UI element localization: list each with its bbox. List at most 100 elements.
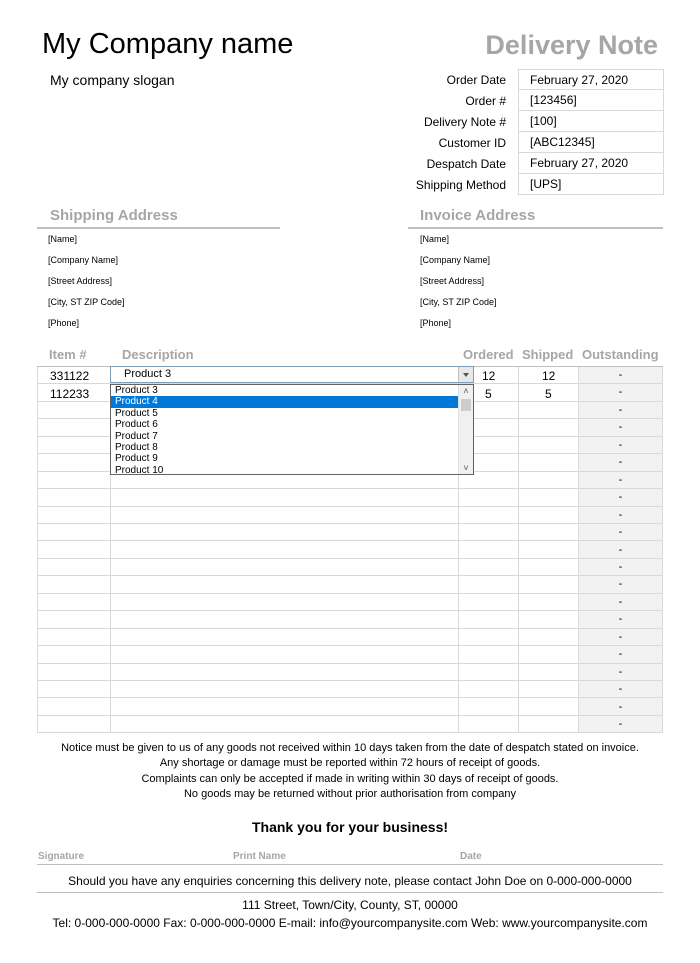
table-row xyxy=(37,576,663,594)
info-label: Despatch Date xyxy=(426,156,506,171)
outstanding-cell: - xyxy=(618,456,623,469)
dropdown-option[interactable]: Product 7 xyxy=(111,431,459,442)
notice-text: Notice must be given to us of any goods … xyxy=(0,741,700,802)
table-row xyxy=(37,699,663,716)
col-header-ordered: Ordered xyxy=(463,347,514,362)
info-value-cell[interactable]: February 27, 2020 xyxy=(518,153,664,174)
info-row-shipping-method: Shipping Method [UPS] xyxy=(400,174,664,195)
dropdown-option[interactable]: Product 9 xyxy=(111,453,459,464)
outstanding-cell: - xyxy=(618,578,623,591)
footer-contact: Tel: 0-000-000-0000 Fax: 0-000-000-0000 … xyxy=(52,916,648,930)
invoice-address-section: Invoice Address [Name] [Company Name] [S… xyxy=(408,207,663,334)
company-name: My Company name xyxy=(42,28,294,60)
dropdown-scrollbar[interactable]: ˄ ˅ xyxy=(458,385,473,474)
info-row-customer-id: Customer ID [ABC12345] xyxy=(400,132,664,153)
invoice-address-line[interactable]: [Name] xyxy=(420,229,663,250)
invoice-address-line[interactable]: [Phone] xyxy=(420,313,663,334)
outstanding-cell: - xyxy=(618,543,623,556)
outstanding-cell: - xyxy=(618,595,623,608)
shipping-address-line[interactable]: [City, ST ZIP Code] xyxy=(48,292,280,313)
info-label: Customer ID xyxy=(438,135,506,150)
table-row xyxy=(37,542,663,559)
notice-line: Notice must be given to us of any goods … xyxy=(61,742,639,754)
notice-line: Complaints can only be accepted if made … xyxy=(141,772,559,785)
info-value-cell[interactable]: [ABC12345] xyxy=(518,132,664,153)
outstanding-cell: - xyxy=(618,700,623,713)
table-row xyxy=(37,681,663,699)
description-dropdown[interactable]: Product 3 xyxy=(110,366,474,383)
invoice-address-line[interactable]: [City, ST ZIP Code] xyxy=(420,292,663,313)
dropdown-option[interactable]: Product 10 xyxy=(111,465,459,476)
thank-you-message: Thank you for your business! xyxy=(251,819,449,835)
scroll-thumb[interactable] xyxy=(461,399,471,411)
dropdown-option[interactable]: Product 3 xyxy=(111,385,459,396)
notice-line: Any shortage or damage must be reported … xyxy=(159,757,541,770)
info-value-cell[interactable]: February 27, 2020 xyxy=(518,69,664,90)
info-row-order-date: Order Date February 27, 2020 xyxy=(400,69,664,90)
outstanding-cell: - xyxy=(618,648,623,661)
item-number-cell[interactable]: 112233 xyxy=(50,387,89,401)
scroll-down-icon[interactable]: ˅ xyxy=(459,462,473,474)
outstanding-cell: - xyxy=(618,421,623,434)
invoice-address-line[interactable]: [Company Name] xyxy=(420,250,663,271)
outstanding-cell: - xyxy=(618,403,623,416)
info-row-despatch-date: Despatch Date February 27, 2020 xyxy=(400,153,664,174)
item-number-cell[interactable]: 331122 xyxy=(50,369,89,383)
col-header-description: Description xyxy=(122,347,194,362)
table-row xyxy=(37,507,663,524)
outstanding-cell: - xyxy=(618,473,623,486)
dropdown-option-selected[interactable]: Product 4 xyxy=(111,396,459,408)
col-header-shipped: Shipped xyxy=(522,347,574,362)
shipping-address-line[interactable]: [Street Address] xyxy=(48,271,280,292)
shipped-cell[interactable]: 5 xyxy=(545,387,552,401)
outstanding-cell: - xyxy=(618,369,623,381)
info-value-cell[interactable]: [100] xyxy=(518,111,664,132)
outstanding-cell: - xyxy=(618,718,623,730)
dropdown-option[interactable]: Product 6 xyxy=(111,419,459,430)
date-label: Date xyxy=(460,851,482,862)
table-row xyxy=(37,646,663,664)
notice-line: No goods may be returned without prior a… xyxy=(183,787,516,800)
outstanding-cell: - xyxy=(618,630,623,643)
shipping-address-line[interactable]: [Phone] xyxy=(48,313,280,334)
dropdown-option[interactable]: Product 8 xyxy=(111,442,459,453)
scroll-up-icon[interactable]: ˄ xyxy=(459,385,473,397)
shipped-cell[interactable]: 12 xyxy=(542,369,555,383)
table-row xyxy=(37,664,663,682)
info-label: Shipping Method xyxy=(415,177,506,192)
info-row-order-number: Order # [123456] xyxy=(400,90,664,111)
info-label: Order # xyxy=(465,93,506,108)
table-row xyxy=(37,524,663,542)
chevron-down-icon[interactable] xyxy=(458,367,473,382)
info-row-delivery-note: Delivery Note # [100] xyxy=(400,111,664,132)
invoice-address-title: Invoice Address xyxy=(420,207,536,224)
table-row xyxy=(37,594,663,612)
table-row xyxy=(37,629,663,647)
dropdown-list[interactable]: Product 3 Product 4 Product 5 Product 6 … xyxy=(110,384,474,476)
company-slogan: My company slogan xyxy=(50,72,175,88)
dropdown-value: Product 3 xyxy=(124,368,172,380)
info-value-cell[interactable]: [123456] xyxy=(518,90,664,111)
invoice-address-line[interactable]: [Street Address] xyxy=(420,271,663,292)
ordered-cell[interactable]: 12 xyxy=(482,369,495,383)
document-title: Delivery Note xyxy=(485,30,658,60)
outstanding-cell: - xyxy=(618,508,623,521)
col-header-item: Item # xyxy=(49,347,87,362)
print-name-label: Print Name xyxy=(233,851,286,862)
shipping-address-line[interactable]: [Name] xyxy=(48,229,280,250)
outstanding-cell: - xyxy=(618,386,623,399)
outstanding-cell: - xyxy=(618,560,623,573)
info-label: Order Date xyxy=(446,72,506,87)
outstanding-cell: - xyxy=(618,491,623,504)
outstanding-cell: - xyxy=(618,613,623,626)
info-value-cell[interactable]: [UPS] xyxy=(518,174,664,195)
shipping-address-section: Shipping Address [Name] [Company Name] [… xyxy=(37,207,280,334)
ordered-cell[interactable]: 5 xyxy=(485,387,492,401)
dropdown-option[interactable]: Product 5 xyxy=(111,408,459,419)
col-header-outstanding: Outstanding xyxy=(582,347,659,362)
table-row xyxy=(37,611,663,629)
table-row xyxy=(37,559,663,577)
shipping-address-line[interactable]: [Company Name] xyxy=(48,250,280,271)
divider xyxy=(37,864,663,865)
info-label: Delivery Note # xyxy=(423,114,506,129)
